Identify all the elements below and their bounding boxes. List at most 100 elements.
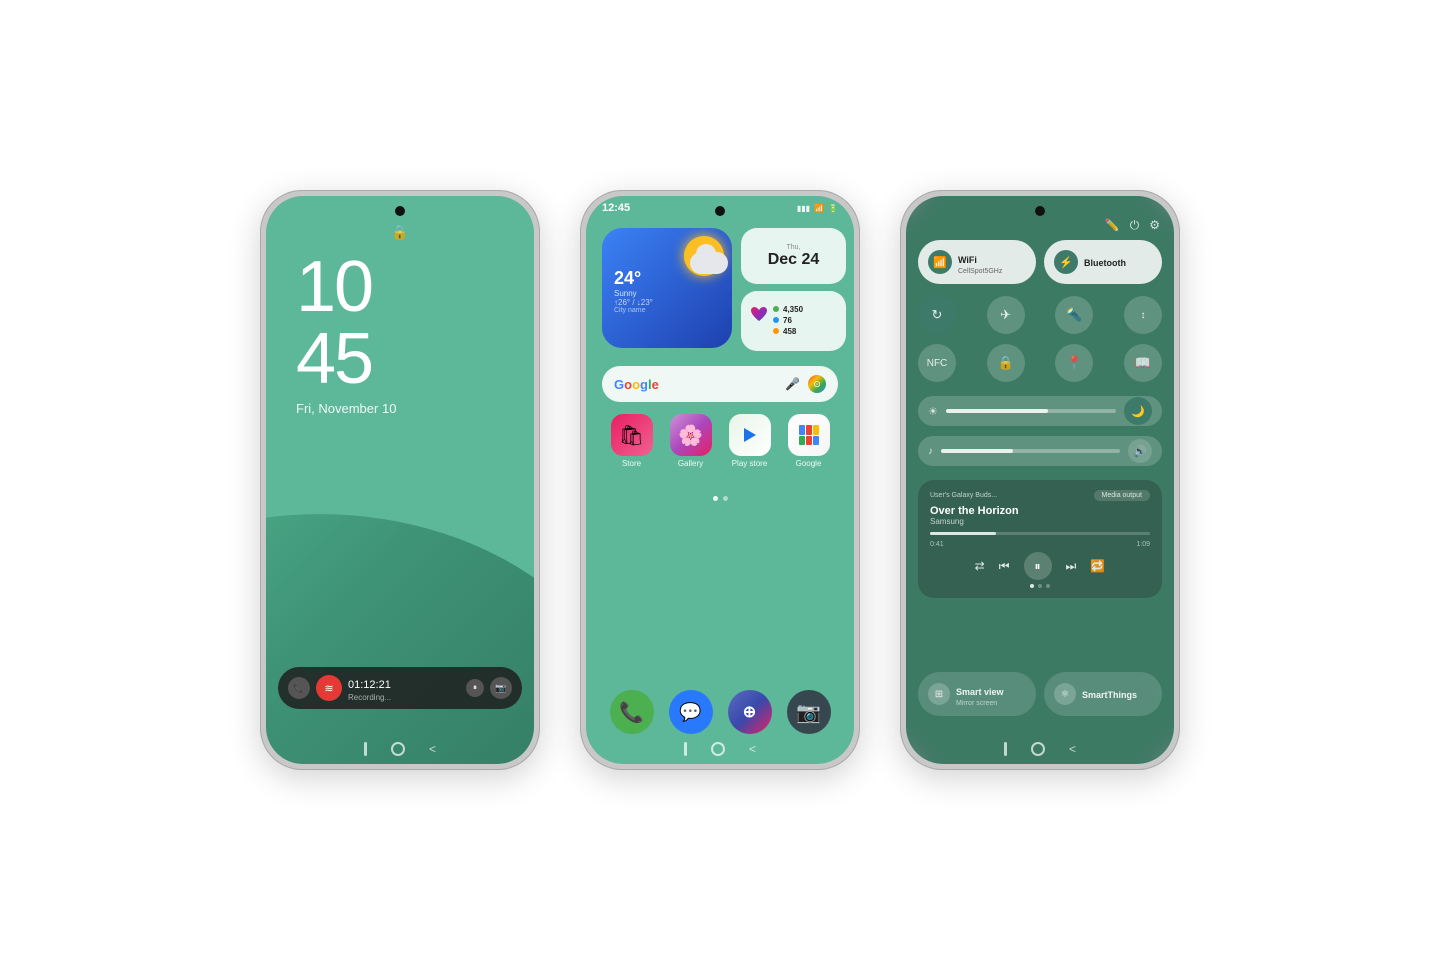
wifi-sublabel: CellSpot5GHz xyxy=(958,268,1002,275)
store-label: Store xyxy=(622,459,641,468)
search-bar[interactable]: Google 🎤 ⊙ xyxy=(602,366,838,402)
gallery-icon: 🌸 xyxy=(670,414,712,456)
power-icon[interactable]: ⏻ xyxy=(1130,218,1140,233)
home-screen: 12:45 ▮▮▮ 📶 🔋 24° Sunny ↑26° / ↓23° City… xyxy=(586,196,854,764)
signal-icon: ▮▮▮ xyxy=(797,204,810,213)
calories-row: 458 xyxy=(773,327,838,336)
nav-recents[interactable] xyxy=(684,742,687,756)
wifi-icon: 📶 xyxy=(814,204,824,213)
sound-mode-button[interactable]: 🔊 xyxy=(1128,439,1152,463)
status-time: 12:45 xyxy=(602,202,630,214)
media-dot-1 xyxy=(1030,584,1034,588)
phone-1: 🔒 10 45 Fri, November 10 📞 01:12:21 Reco… xyxy=(260,190,540,770)
camera-button[interactable]: 📷 xyxy=(490,677,512,699)
playstore-label: Play store xyxy=(732,459,768,468)
next-button[interactable]: ⏭ xyxy=(1066,559,1077,574)
airplane-icon[interactable]: ✈ xyxy=(987,296,1025,334)
brightness-slider[interactable]: ☀ 🌙 xyxy=(918,396,1162,426)
nav-back[interactable]: < xyxy=(749,742,756,756)
playstore-icon xyxy=(729,414,771,456)
nav-recents[interactable] xyxy=(364,742,367,756)
settings-icon[interactable]: ⚙ xyxy=(1149,218,1160,233)
camera-cutout xyxy=(715,206,725,216)
flashlight-icon[interactable]: 🔦 xyxy=(1055,296,1093,334)
weather-city: City name xyxy=(614,307,720,314)
active-value: 76 xyxy=(783,316,792,325)
decorative-wave xyxy=(266,452,534,764)
health-heart-icon xyxy=(749,305,769,325)
dock-samsung[interactable]: ⊕ xyxy=(728,690,772,734)
app-icons-row: 🛍 Store 🌸 Gallery Play store xyxy=(602,414,838,468)
media-dot-3 xyxy=(1046,584,1050,588)
app-google[interactable]: Google xyxy=(788,414,830,468)
wifi-toggle[interactable]: 📶 WiFi CellSpot5GHz xyxy=(918,240,1036,284)
bottom-utilities: ⊞ Smart view Mirror screen ⚛ SmartThings xyxy=(918,672,1162,716)
nav-home[interactable] xyxy=(1031,742,1045,756)
recording-pill[interactable]: 📞 01:12:21 Recording... ⏸ 📷 xyxy=(278,667,522,709)
dock-camera[interactable]: 📷 xyxy=(787,690,831,734)
recording-wave-icon xyxy=(316,675,342,701)
status-icons: ▮▮▮ 📶 🔋 xyxy=(797,204,838,213)
clock-widget[interactable]: Thu, Dec 24 xyxy=(741,228,846,284)
smartthings-button[interactable]: ⚛ SmartThings xyxy=(1044,672,1162,716)
nav-bar: < xyxy=(586,742,854,756)
dock-phone[interactable]: 📞 xyxy=(610,690,654,734)
media-song: Over the Horizon xyxy=(930,505,1150,517)
media-device: User's Galaxy Buds... xyxy=(930,492,997,499)
health-widget[interactable]: 4,350 76 458 xyxy=(741,291,846,351)
google-label: Google xyxy=(796,459,822,468)
nav-bar: < xyxy=(266,742,534,756)
media-time-total: 1:09 xyxy=(1136,541,1150,548)
dot-2 xyxy=(723,496,728,501)
lock-icon[interactable]: 🔒 xyxy=(987,344,1025,382)
weather-widget[interactable]: 24° Sunny ↑26° / ↓23° City name xyxy=(602,228,732,348)
volume-slider[interactable]: ♪ 🔊 xyxy=(918,436,1162,466)
pause-button[interactable]: ⏸ xyxy=(466,679,484,697)
data-icon[interactable]: ↕ xyxy=(1124,296,1162,334)
smart-view-label: Smart view xyxy=(956,687,1004,697)
nfc-icon[interactable]: NFC xyxy=(918,344,956,382)
active-row: 76 xyxy=(773,316,838,325)
microphone-icon[interactable]: 🎤 xyxy=(785,377,800,391)
nav-back[interactable]: < xyxy=(1069,742,1076,756)
app-playstore[interactable]: Play store xyxy=(729,414,771,468)
dock-messages[interactable]: 💬 xyxy=(669,690,713,734)
icon-grid-row2: NFC 🔒 📍 📖 xyxy=(918,344,1162,382)
play-pause-button[interactable]: ⏸ xyxy=(1024,552,1052,580)
quick-toggles: 📶 WiFi CellSpot5GHz ⚡ Bluetooth xyxy=(918,240,1162,284)
reading-icon[interactable]: 📖 xyxy=(1124,344,1162,382)
nav-home[interactable] xyxy=(391,742,405,756)
volume-track xyxy=(941,449,1120,453)
app-store[interactable]: 🛍 Store xyxy=(611,414,653,468)
camera-cutout xyxy=(1035,206,1045,216)
volume-fill xyxy=(941,449,1013,453)
media-output-button[interactable]: Media output xyxy=(1094,490,1150,501)
shuffle-button[interactable]: ⇄ xyxy=(975,559,985,573)
brightness-icon: ☀ xyxy=(928,405,938,418)
lens-icon[interactable]: ⊙ xyxy=(808,375,826,393)
store-icon: 🛍 xyxy=(611,414,653,456)
bluetooth-toggle[interactable]: ⚡ Bluetooth xyxy=(1044,240,1162,284)
location-icon[interactable]: 📍 xyxy=(1055,344,1093,382)
lock-screen: 🔒 10 45 Fri, November 10 📞 01:12:21 Reco… xyxy=(266,196,534,764)
dock: 📞 💬 ⊕ 📷 xyxy=(602,690,838,734)
prev-button[interactable]: ⏮ xyxy=(999,559,1010,574)
app-gallery[interactable]: 🌸 Gallery xyxy=(670,414,712,468)
weather-range: ↑26° / ↓23° xyxy=(614,298,720,307)
night-mode-button[interactable]: 🌙 xyxy=(1124,397,1152,425)
media-progress-bar xyxy=(930,532,1150,535)
nav-back[interactable]: < xyxy=(429,742,436,756)
edit-icon[interactable]: ✏️ xyxy=(1105,218,1120,233)
icon-grid-row1: ↻ ✈ 🔦 ↕ xyxy=(918,296,1162,334)
recording-label: Recording... xyxy=(348,693,460,702)
smartthings-icon: ⚛ xyxy=(1054,683,1076,705)
nav-home[interactable] xyxy=(711,742,725,756)
smart-view-button[interactable]: ⊞ Smart view Mirror screen xyxy=(918,672,1036,716)
repeat-button[interactable]: 🔁 xyxy=(1090,559,1105,573)
phone-3: ✏️ ⏻ ⚙ 📶 WiFi CellSpot5GHz ⚡ Bluetooth xyxy=(900,190,1180,770)
lock-icon: 🔒 xyxy=(391,224,408,241)
rotate-icon[interactable]: ↻ xyxy=(918,296,956,334)
brightness-track xyxy=(946,409,1116,413)
bluetooth-toggle-icon: ⚡ xyxy=(1054,250,1078,274)
nav-recents[interactable] xyxy=(1004,742,1007,756)
